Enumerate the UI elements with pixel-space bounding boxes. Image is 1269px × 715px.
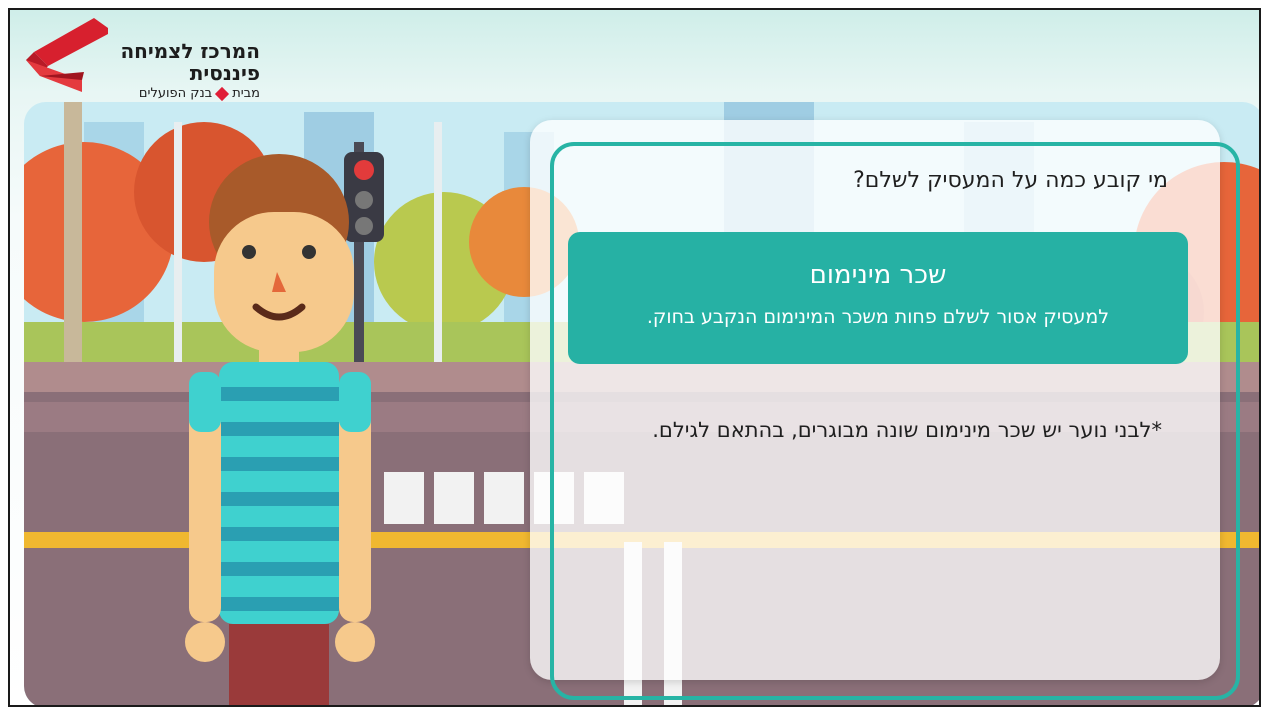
info-card: מי קובע כמה על המעסיק לשלם? שכר מינימום … [530, 120, 1220, 680]
brand-title: המרכז לצמיחה פיננסית [120, 39, 260, 85]
header: המרכז לצמיחה פיננסית מבית בנק הפועלים [10, 10, 1259, 110]
video-frame: המרכז לצמיחה פיננסית מבית בנק הפועלים מי … [8, 8, 1261, 707]
diamond-icon [215, 86, 230, 101]
brand-subtitle: מבית בנק הפועלים [80, 86, 260, 102]
brand-logo-text: המרכז לצמיחה פיננסית מבית בנק הפועלים [80, 40, 260, 102]
question-text: מי קובע כמה על המעסיק לשלם? [853, 168, 1168, 193]
footnote-text: *לבני נוער יש שכר מינימום שונה מבוגרים, … [652, 418, 1162, 442]
answer-box: שכר מינימום למעסיק אסור לשלם פחות משכר ה… [568, 232, 1188, 364]
brand-subtitle-bank: בנק הפועלים [138, 86, 213, 101]
brand-subtitle-from: מבית [232, 86, 260, 101]
character-boy [185, 154, 375, 705]
answer-title: שכר מינימום [809, 260, 947, 290]
answer-body: למעסיק אסור לשלם פחות משכר המינימום הנקב… [646, 306, 1110, 328]
